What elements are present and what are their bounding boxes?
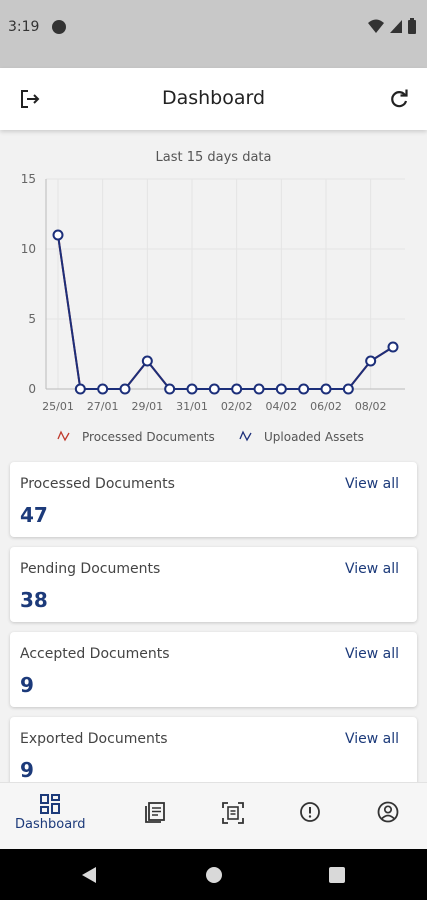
alert-icon	[300, 802, 320, 822]
data-point	[164, 383, 176, 395]
card-processed: Processed Documents View all 47	[10, 462, 417, 537]
legend-label: Uploaded Assets	[264, 430, 364, 444]
data-point	[52, 229, 64, 241]
y-tick-label: 15	[21, 172, 36, 186]
nav-dashboard[interactable]: Dashboard	[15, 793, 86, 832]
data-point	[231, 383, 243, 395]
refresh-icon	[391, 89, 408, 108]
x-tick-label: 04/02	[265, 400, 297, 413]
card-label: Accepted Documents	[20, 646, 170, 662]
battery-icon	[408, 18, 416, 34]
x-tick-label: 31/01	[176, 400, 208, 413]
page-title: Dashboard	[161, 87, 266, 109]
status-time: 3:19	[8, 19, 40, 35]
card-label: Exported Documents	[20, 731, 168, 747]
legend-marker	[57, 430, 70, 442]
x-tick-label: 08/02	[355, 400, 387, 413]
card-pending: Pending Documents View all 38	[10, 547, 417, 622]
nav-documents[interactable]	[144, 801, 166, 823]
card-count: 9	[20, 673, 34, 697]
back-icon[interactable]	[81, 866, 97, 884]
view-all-link[interactable]: View all	[345, 561, 399, 577]
card-label: Pending Documents	[20, 561, 161, 577]
nav-dashboard-label: Dashboard	[15, 817, 86, 832]
nav-scan[interactable]	[221, 801, 245, 825]
card-count: 38	[20, 588, 48, 612]
view-all-link[interactable]: View all	[345, 646, 399, 662]
view-all-link[interactable]: View all	[345, 731, 399, 747]
card-exported: Exported Documents View all 9	[10, 717, 417, 792]
app-bar: Dashboard	[0, 68, 427, 130]
x-tick-label: 29/01	[131, 400, 163, 413]
dashboard-icon	[40, 794, 61, 814]
data-point	[387, 341, 399, 353]
data-point	[365, 355, 377, 367]
status-bar: 3:19	[0, 0, 427, 68]
legend-marker	[239, 430, 252, 442]
data-point	[141, 355, 153, 367]
status-icons	[367, 18, 417, 34]
data-point	[253, 383, 265, 395]
bottom-nav: Dashboard	[0, 782, 427, 849]
home-icon[interactable]	[205, 866, 223, 884]
profile-icon	[377, 801, 399, 823]
system-nav-bar	[0, 849, 427, 900]
data-point	[97, 383, 109, 395]
data-point	[320, 383, 332, 395]
data-point	[186, 383, 198, 395]
x-tick-label: 02/02	[221, 400, 253, 413]
card-label: Processed Documents	[20, 476, 175, 492]
card-count: 9	[20, 758, 34, 782]
recents-icon[interactable]	[329, 867, 345, 883]
y-tick-label: 0	[28, 382, 36, 396]
scan-icon	[222, 802, 244, 824]
card-count: 47	[20, 503, 48, 527]
wifi-icon	[368, 19, 384, 33]
y-tick-label: 5	[28, 312, 36, 326]
nav-alerts[interactable]	[299, 801, 321, 823]
x-tick-label: 27/01	[87, 400, 119, 413]
data-point	[342, 383, 354, 395]
data-point	[275, 383, 287, 395]
series-line	[57, 234, 394, 390]
status-app-icon	[52, 20, 66, 34]
refresh-button[interactable]	[385, 85, 413, 113]
card-accepted: Accepted Documents View all 9	[10, 632, 417, 707]
nav-profile[interactable]	[377, 801, 399, 823]
legend-label: Processed Documents	[82, 430, 215, 444]
data-point	[208, 383, 220, 395]
data-point	[119, 383, 131, 395]
signal-icon	[390, 20, 402, 33]
data-point	[74, 383, 86, 395]
line-chart: 0 5 10 15 25/01 27/01 29/01 31/01 02/02 04/02 06/0…	[21, 172, 405, 444]
x-tick-label: 25/01	[42, 400, 74, 413]
chart-panel: Last 15 days data 0 5 10 15 25/01 27/01 29/01 3…	[0, 140, 427, 452]
documents-icon	[145, 802, 165, 823]
x-tick-label: 06/02	[310, 400, 342, 413]
view-all-link[interactable]: View all	[345, 476, 399, 492]
series-line	[57, 234, 394, 390]
y-tick-label: 10	[21, 242, 36, 256]
data-point	[298, 383, 310, 395]
